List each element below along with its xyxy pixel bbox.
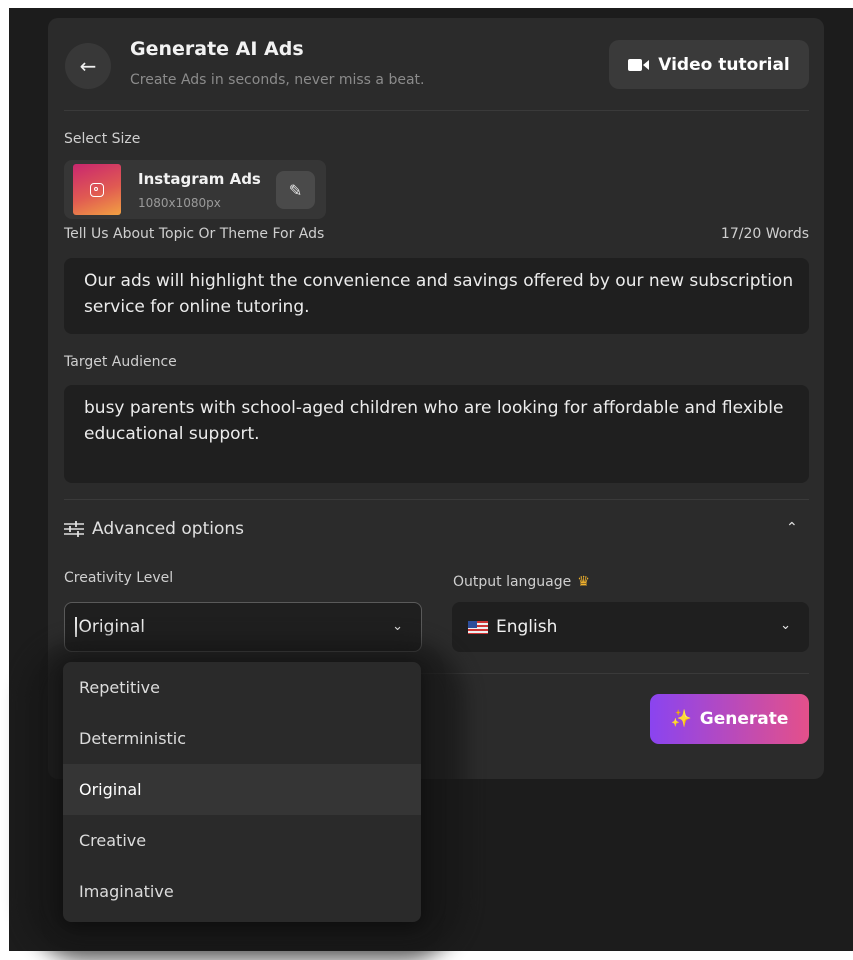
size-dimensions: 1080x1080px: [138, 196, 221, 210]
video-tutorial-label: Video tutorial: [658, 54, 790, 75]
chevron-down-icon: ⌄: [392, 619, 403, 634]
creativity-level-dropdown: Repetitive Deterministic Original Creati…: [63, 662, 421, 922]
option-imaginative[interactable]: Imaginative: [63, 866, 421, 917]
creativity-level-value: Original: [78, 617, 146, 637]
chevron-down-icon: ⌄: [780, 618, 791, 633]
instagram-icon: [73, 164, 121, 215]
pencil-icon: ✎: [288, 180, 303, 200]
target-audience-textarea[interactable]: busy parents with school-aged children w…: [64, 385, 809, 483]
topic-label: Tell Us About Topic Or Theme For Ads: [64, 226, 325, 242]
video-camera-icon: [628, 58, 650, 71]
advanced-options-toggle[interactable]: Advanced options: [64, 519, 244, 539]
advanced-options-label: Advanced options: [92, 519, 244, 539]
page-title: Generate AI Ads: [130, 38, 304, 60]
word-count: 17/20 Words: [720, 226, 809, 242]
size-name: Instagram Ads: [138, 170, 261, 188]
output-language-value: English: [496, 617, 558, 637]
topic-textarea[interactable]: Our ads will highlight the convenience a…: [64, 258, 809, 334]
video-tutorial-button[interactable]: Video tutorial: [609, 40, 809, 89]
edit-size-button[interactable]: ✎: [276, 171, 315, 209]
creativity-level-label: Creativity Level: [64, 570, 174, 586]
arrow-left-icon: ←: [79, 54, 97, 78]
generate-label: Generate: [699, 709, 789, 729]
us-flag-icon: [468, 620, 488, 634]
option-original[interactable]: Original: [63, 764, 421, 815]
back-button[interactable]: ←: [65, 43, 111, 89]
sparkles-icon: ✨: [670, 709, 692, 729]
sliders-icon: [64, 521, 84, 537]
option-creative[interactable]: Creative: [63, 815, 421, 866]
text-cursor: [75, 617, 77, 637]
crown-icon: ♛: [577, 574, 590, 590]
output-language-label: Output language: [453, 574, 572, 590]
option-repetitive[interactable]: Repetitive: [63, 662, 421, 713]
select-size-label: Select Size: [64, 131, 141, 147]
page-subtitle: Create Ads in seconds, never miss a beat…: [130, 72, 425, 88]
generate-button[interactable]: ✨ Generate: [650, 694, 809, 744]
target-audience-label: Target Audience: [64, 354, 177, 370]
output-language-label-row: Output language ♛: [453, 574, 590, 590]
chevron-up-icon[interactable]: ⌃: [786, 520, 798, 536]
section-divider: [64, 499, 809, 500]
option-deterministic[interactable]: Deterministic: [63, 713, 421, 764]
header-divider: [64, 110, 809, 111]
output-language-select[interactable]: English ⌄: [452, 602, 809, 652]
